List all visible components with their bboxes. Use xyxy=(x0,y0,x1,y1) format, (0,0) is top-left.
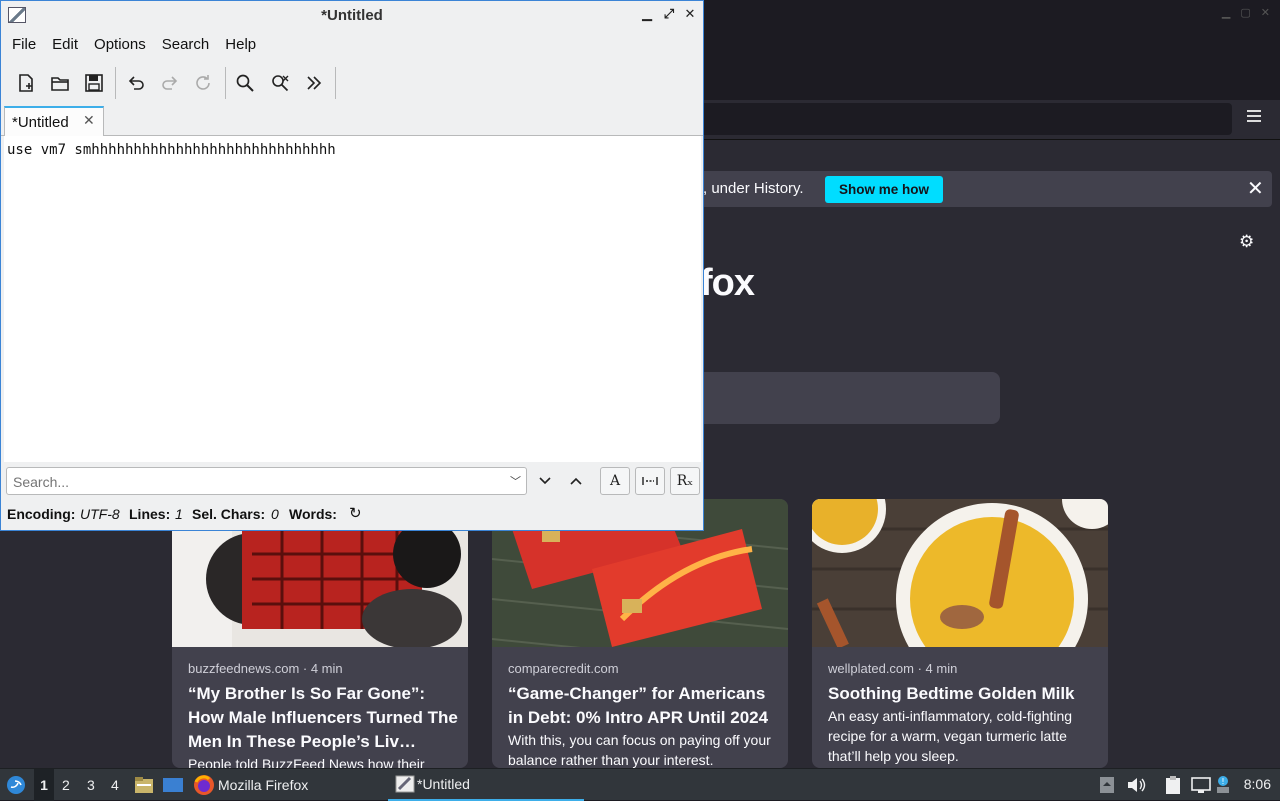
network-icon[interactable] xyxy=(1191,769,1211,801)
search-combobox[interactable]: ﹀ xyxy=(6,467,527,495)
hamburger-menu-icon[interactable] xyxy=(1247,110,1265,126)
window-title: *Untitled xyxy=(321,7,383,24)
encoding-value: UTF-8 xyxy=(80,506,120,522)
notification-text: , under History. xyxy=(703,180,804,197)
search-input[interactable] xyxy=(13,474,493,490)
refresh-word-count-icon[interactable]: ↻ xyxy=(349,504,362,522)
match-case-icon[interactable]: A xyxy=(600,467,630,495)
new-file-icon[interactable] xyxy=(13,70,39,96)
find-next-icon[interactable] xyxy=(532,468,558,494)
notes-icon[interactable] xyxy=(1099,769,1115,801)
desktop-4[interactable]: 4 xyxy=(111,769,119,801)
desktop-3[interactable]: 3 xyxy=(87,769,95,801)
story-card[interactable]: comparecredit.com “Game-Changer” for Ame… xyxy=(492,499,788,768)
menu-edit[interactable]: Edit xyxy=(41,32,78,58)
minimize-icon[interactable]: ▁ xyxy=(1222,6,1230,19)
close-icon[interactable]: ✕ xyxy=(682,6,698,24)
find-previous-icon[interactable] xyxy=(563,468,589,494)
encoding-label: Encoding: xyxy=(7,506,76,522)
story-title: Soothing Bedtime Golden Milk xyxy=(828,684,1075,703)
chevron-down-icon[interactable]: ﹀ xyxy=(510,473,521,489)
volume-icon[interactable] xyxy=(1126,769,1146,801)
redo-icon[interactable] xyxy=(157,70,183,96)
start-menu-icon[interactable] xyxy=(5,769,27,801)
taskbar: 1 2 3 4 Mozilla Firefox *Untitled ! 8:06 xyxy=(0,768,1280,801)
toolbar-separator xyxy=(225,67,226,99)
regex-icon[interactable]: Rₓ xyxy=(670,467,700,495)
show-desktop-icon[interactable] xyxy=(162,769,184,801)
gear-icon[interactable]: ⚙ xyxy=(1239,232,1254,252)
tab-untitled[interactable]: *Untitled ✕ xyxy=(4,106,104,137)
toolbar-separator xyxy=(115,67,116,99)
story-source: buzzfeednews.com · 4 min xyxy=(188,661,343,676)
clipboard-icon[interactable] xyxy=(1163,769,1183,801)
firefox-wordmark: fox xyxy=(700,262,755,304)
story-card[interactable]: buzzfeednews.com · 4 min “My Brother Is … xyxy=(172,499,468,768)
tab-label: *Untitled xyxy=(12,114,69,131)
menu-file[interactable]: File xyxy=(1,32,36,58)
toolbar xyxy=(1,63,703,103)
taskbar-item-label: *Untitled xyxy=(417,776,470,792)
lines-value: 1 xyxy=(175,506,183,522)
story-source: wellplated.com · 4 min xyxy=(828,661,958,676)
menu-help[interactable]: Help xyxy=(214,32,256,58)
search-bar: ﹀ A Rₓ xyxy=(1,464,703,500)
lines-label: Lines: xyxy=(129,506,171,522)
document-tabbar: *Untitled ✕ xyxy=(1,105,703,137)
toolbar-separator xyxy=(335,67,336,99)
menu-search[interactable]: Search xyxy=(151,32,210,58)
whole-word-icon[interactable] xyxy=(635,467,665,495)
menu-options[interactable]: Options xyxy=(83,32,146,58)
story-title: “Game-Changer” for Americans in Debt: 0%… xyxy=(508,684,769,727)
minimize-icon[interactable]: ▁ xyxy=(639,6,655,24)
editor-taskbar-item[interactable]: *Untitled xyxy=(388,769,584,801)
maximize-icon[interactable]: ▢ xyxy=(1240,6,1250,19)
save-icon[interactable] xyxy=(81,70,107,96)
firefox-window-buttons: ▁ ▢ ✕ xyxy=(1222,6,1270,19)
story-card[interactable]: wellplated.com · 4 min Soothing Bedtime … xyxy=(812,499,1108,768)
notification-icon[interactable]: ! xyxy=(1216,769,1230,801)
undo-icon[interactable] xyxy=(123,70,149,96)
story-excerpt: With this, you can focus on paying off y… xyxy=(508,732,771,768)
file-manager-icon[interactable] xyxy=(134,769,154,801)
clock: 8:06 xyxy=(1243,776,1271,792)
text-editor-window: *Untitled ▁ ⤢ ✕ File Edit Options Search… xyxy=(0,0,704,531)
status-bar: Encoding: UTF-8 Lines: 1 Sel. Chars: 0 W… xyxy=(1,503,703,527)
editor-titlebar: *Untitled ▁ ⤢ ✕ xyxy=(1,1,703,30)
find-icon[interactable] xyxy=(232,70,258,96)
words-label: Words: xyxy=(289,506,337,522)
story-image xyxy=(812,499,1108,695)
more-icon[interactable] xyxy=(301,70,327,96)
story-source: comparecredit.com xyxy=(508,661,619,676)
firefox-taskbar-item[interactable]: Mozilla Firefox xyxy=(193,769,308,801)
open-folder-icon[interactable] xyxy=(47,70,73,96)
svg-text:!: ! xyxy=(1221,777,1224,786)
story-excerpt: An easy anti-inflammatory, cold-fighting… xyxy=(828,708,1073,764)
close-icon[interactable]: ✕ xyxy=(1261,6,1270,19)
reload-icon[interactable] xyxy=(190,70,216,96)
story-title: “My Brother Is So Far Gone”: How Male In… xyxy=(188,684,458,751)
desktop-1[interactable]: 1 xyxy=(34,769,54,801)
desktop-2[interactable]: 2 xyxy=(62,769,70,801)
close-icon[interactable]: ✕ xyxy=(83,113,95,129)
find-replace-icon[interactable] xyxy=(267,70,293,96)
story-excerpt: People told BuzzFeed News how their xyxy=(188,756,425,768)
selchars-label: Sel. Chars: xyxy=(192,506,266,522)
show-me-how-button[interactable]: Show me how xyxy=(825,176,943,203)
close-icon[interactable]: ✕ xyxy=(1247,177,1264,199)
taskbar-item-label: Mozilla Firefox xyxy=(218,777,309,793)
document-text: use vm7 smhhhhhhhhhhhhhhhhhhhhhhhhhhhhh xyxy=(7,142,336,158)
text-area[interactable]: use vm7 smhhhhhhhhhhhhhhhhhhhhhhhhhhhhh xyxy=(4,136,701,462)
menu-bar: File Edit Options Search Help xyxy=(1,32,703,58)
selchars-value: 0 xyxy=(271,506,279,522)
maximize-icon[interactable]: ⤢ xyxy=(661,6,677,24)
